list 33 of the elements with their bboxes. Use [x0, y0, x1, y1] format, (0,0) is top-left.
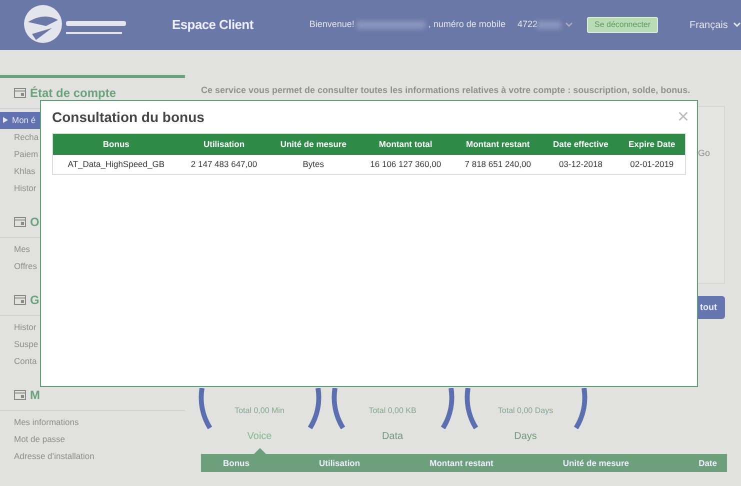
- column-header: Expire Date: [618, 134, 686, 154]
- column-header: Utilisation: [318, 456, 360, 470]
- site-title: Espace Client: [172, 16, 254, 34]
- column-header: Date effective: [542, 134, 619, 154]
- table-cell: 02-01-2019: [618, 154, 686, 174]
- column-header: Utilisation: [179, 134, 269, 154]
- modal-title: Consultation du bonus: [52, 108, 204, 127]
- table-cell: 7 818 651 240,00: [453, 154, 543, 174]
- table-cell: AT_Data_HighSpeed_GB: [52, 154, 180, 174]
- column-header: Montant restant: [453, 134, 543, 154]
- welcome-text: Bienvenue!: [309, 18, 354, 32]
- gauge-total: Total 0,00 Days: [498, 405, 554, 417]
- gauge-total: Total 0,00 Min: [234, 405, 284, 417]
- section-title: État de compte: [30, 85, 116, 102]
- gauge-total: Total 0,00 KB: [368, 405, 416, 417]
- table-cell: 16 106 127 360,00: [358, 154, 454, 174]
- section-title: G: [30, 292, 40, 309]
- column-header: Montant total: [358, 134, 454, 154]
- column-header: Bonus: [223, 456, 250, 470]
- table-cell: 2 147 483 647,00: [179, 154, 269, 174]
- column-header: Montant restant: [430, 456, 494, 470]
- section-title: O: [30, 214, 40, 231]
- column-header: Bonus: [52, 134, 180, 154]
- column-header: Unité de mesure: [562, 456, 630, 470]
- column-header: Date: [698, 456, 717, 470]
- panel-text: Go: [698, 146, 710, 160]
- table-cell: Bytes: [268, 154, 358, 174]
- intro-text: Ce service vous permet de consulter toutes les informations relatives à votre compte : souscription, solde, bonus.: [201, 84, 692, 97]
- mobile-label: , numéro de mobile: [428, 18, 506, 32]
- mobile-number: 4722: [517, 18, 538, 32]
- table-cell: 03-12-2018: [542, 154, 619, 174]
- section-title: M: [30, 387, 40, 404]
- column-header: Unité de mesure: [268, 134, 358, 154]
